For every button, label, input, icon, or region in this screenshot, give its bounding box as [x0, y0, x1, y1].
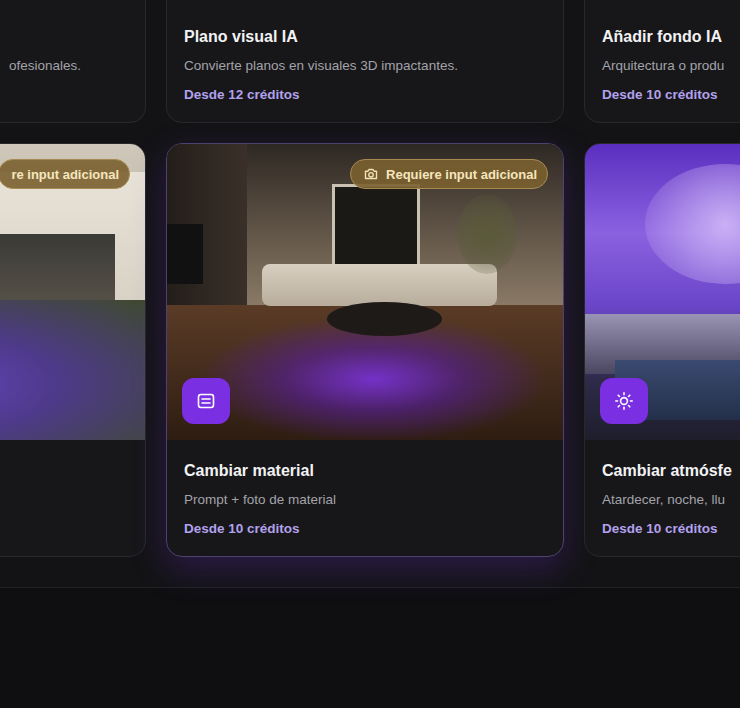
card-description: Arquitectura o produ — [602, 56, 740, 76]
tool-card[interactable]: ofesionales. — [0, 0, 146, 123]
card-title: Plano visual IA — [184, 25, 546, 49]
card-body: Cambiar material Prompt + foto de materia… — [167, 440, 563, 556]
tv-shape — [167, 224, 203, 284]
card-title: Añadir fondo IA — [602, 25, 740, 49]
camera-icon — [363, 166, 379, 182]
footer-area — [0, 588, 740, 708]
card-row: ofesionales. Plano visual IA Convierte pla… — [0, 0, 740, 123]
card-description — [0, 490, 81, 510]
card-body — [0, 440, 145, 556]
preview-image: re input adicional — [0, 144, 145, 440]
sky-glow — [645, 164, 740, 284]
sun-icon — [614, 391, 634, 411]
card-body: ofesionales. — [0, 0, 145, 122]
card-description: ofesionales. — [0, 56, 81, 76]
preview-image: Requiere input adicional — [167, 144, 563, 440]
card-description: Prompt + foto de material — [184, 490, 546, 510]
tool-card[interactable]: Añadir fondo IA Arquitectura o produ Desde… — [584, 0, 740, 123]
lavender-field — [0, 300, 145, 440]
card-title — [0, 459, 81, 483]
text-prompt-tile — [182, 378, 230, 424]
tool-card[interactable]: Requiere input adicional Cambiar material… — [166, 143, 564, 557]
card-credits: Desde 10 créditos — [184, 520, 546, 538]
card-description: Atardecer, noche, llu — [602, 490, 740, 510]
card-credits — [0, 520, 81, 538]
input-badge: Requiere input adicional — [350, 159, 548, 189]
card-credits: Desde 10 créditos — [602, 86, 740, 104]
tool-card[interactable]: Cambiar atmósfe Atardecer, noche, llu Desd… — [584, 143, 740, 557]
card-credits — [0, 86, 81, 104]
document-icon — [196, 391, 216, 411]
tool-card[interactable]: Plano visual IA Convierte planos en visua… — [166, 0, 564, 123]
card-title: Cambiar atmósfe — [602, 459, 740, 483]
tool-gallery: ofesionales. Plano visual IA Convierte pla… — [0, 0, 740, 557]
painting-shape — [332, 184, 420, 272]
page: ofesionales. Plano visual IA Convierte pla… — [0, 0, 740, 708]
card-body: Plano visual IA Convierte planos en visua… — [167, 0, 563, 122]
card-description: Convierte planos en visuales 3D impactan… — [184, 56, 546, 76]
card-body: Cambiar atmósfe Atardecer, noche, llu Desd… — [585, 440, 740, 556]
tool-card[interactable]: re input adicional — [0, 143, 146, 557]
sun-tile — [600, 378, 648, 424]
card-credits: Desde 12 créditos — [184, 86, 546, 104]
preview-image — [585, 144, 740, 440]
plant-shape — [457, 194, 517, 274]
table-shape — [327, 302, 442, 336]
input-badge: re input adicional — [0, 159, 130, 189]
card-row: re input adicional Requiere input adicion… — [0, 143, 740, 557]
sofa-shape — [262, 264, 497, 306]
card-title: Cambiar material — [184, 459, 546, 483]
card-title — [0, 25, 81, 49]
card-credits: Desde 10 créditos — [602, 520, 740, 538]
card-body: Añadir fondo IA Arquitectura o produ Desde… — [585, 0, 740, 122]
